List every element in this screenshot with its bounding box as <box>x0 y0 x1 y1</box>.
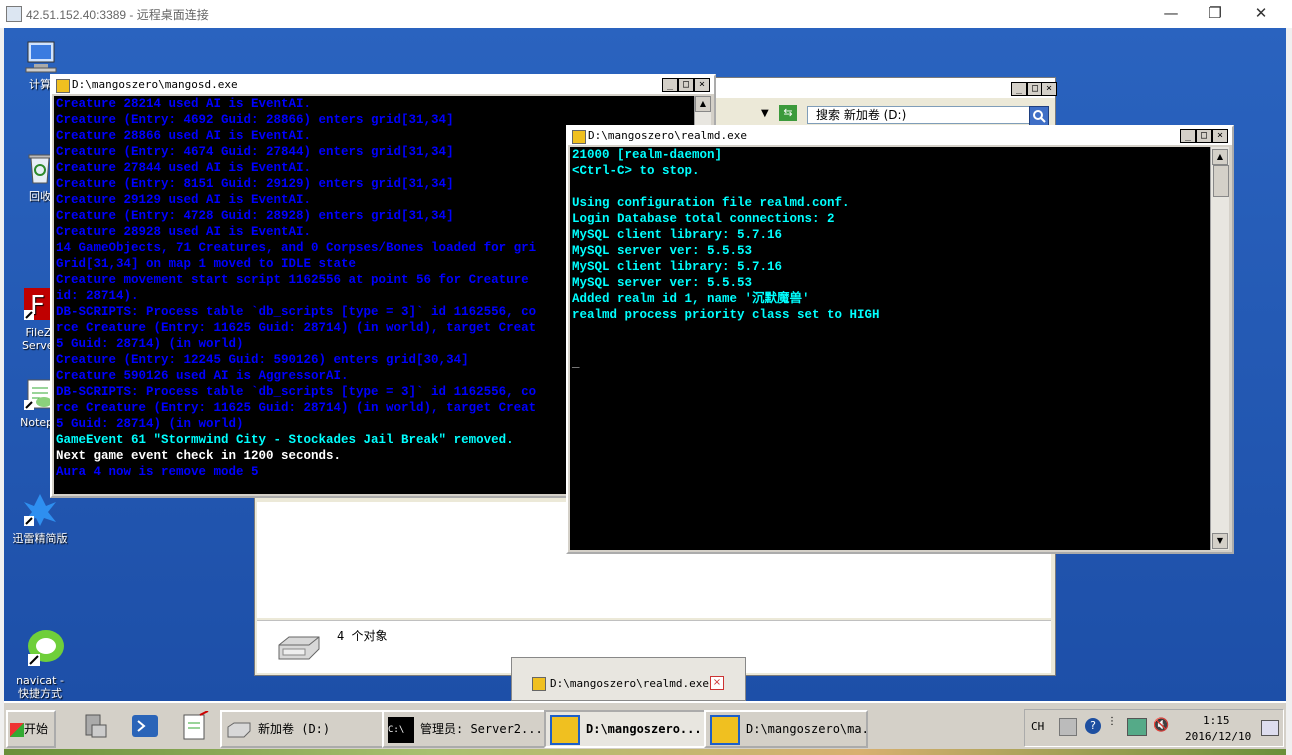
status-object-count: 4 个对象 <box>337 629 388 643</box>
keyboard-icon[interactable] <box>1059 718 1077 736</box>
taskbar-button-label: D:\mangoszero... <box>586 722 702 736</box>
realmd-scrollbar[interactable]: ▲ ▼ <box>1210 147 1229 550</box>
console-line: _ <box>572 356 580 370</box>
taskbar-button-label: 新加卷 (D:) <box>258 722 331 736</box>
start-label: 开始 <box>24 722 49 736</box>
hard-drive-icon <box>275 633 323 667</box>
console-line: MySQL server ver: 5.5.53 <box>572 276 753 290</box>
notepad-plus-icon[interactable] <box>180 710 210 741</box>
server-manager-icon[interactable] <box>80 711 110 741</box>
console-line: MySQL client library: 5.7.16 <box>572 260 783 274</box>
console-line: Added realm id 1, name '沉默魔兽' <box>572 292 810 306</box>
mangosd-title: D:\mangoszero\mangosd.exe <box>72 78 238 91</box>
close-icon[interactable]: × <box>710 676 724 690</box>
realmd-maximize-button[interactable]: □ <box>1196 129 1212 143</box>
console-line: MySQL client library: 5.7.16 <box>572 228 783 242</box>
help-icon[interactable]: ? <box>1085 718 1101 734</box>
rdp-app-icon <box>6 6 22 22</box>
explorer-nav-pane <box>257 502 418 618</box>
realmd-title: D:\mangoszero\realmd.exe <box>588 129 747 142</box>
desktop-icon-label: 计算 <box>29 78 51 91</box>
quick-launch <box>66 709 212 745</box>
dropdown-arrow-icon[interactable]: ▼ <box>761 108 769 119</box>
mangosd-title-bar[interactable]: D:\mangoszero\mangosd.exe _ □ × <box>52 76 714 94</box>
search-input[interactable]: 搜索 新加卷 (D:) <box>807 106 1035 124</box>
taskbar-preview[interactable]: D:\mangoszero\realmd.exe × <box>511 657 746 701</box>
clock-date[interactable]: 2016/12/10 <box>1185 730 1251 743</box>
realmd-console-window[interactable]: D:\mangoszero\realmd.exe _ □ × 21000 [re… <box>566 125 1234 554</box>
mangos-icon <box>550 714 580 745</box>
powershell-icon[interactable] <box>130 711 160 741</box>
start-button[interactable]: 开始 <box>6 710 56 748</box>
desktop-icon-label: 回收 <box>29 190 51 203</box>
rdp-right-border <box>1286 28 1292 755</box>
mangosd-maximize-button[interactable]: □ <box>678 78 694 92</box>
desktop-icon-navicat[interactable]: navicat - 快捷方式 <box>4 598 76 700</box>
close-button[interactable]: ✕ <box>1238 2 1284 24</box>
rdp-bottom-strip <box>4 749 1286 755</box>
go-icon[interactable]: ⇆ <box>779 105 797 121</box>
taskbar-button-realmd[interactable]: D:\mangoszero\ma... <box>704 710 868 748</box>
system-tray: CH ? ⋮ 🔇 1:15 2016/12/10 <box>1024 709 1284 747</box>
explorer-minimize-button[interactable]: _ <box>1011 82 1027 96</box>
network-icon[interactable] <box>1127 718 1147 736</box>
console-line: Using configuration file realmd.conf. <box>572 196 850 210</box>
console-line: <Ctrl-C> to stop. <box>572 164 700 178</box>
mangos-icon <box>56 79 70 93</box>
taskbar-button-mangosd[interactable]: D:\mangoszero... <box>544 710 706 748</box>
taskbar-button-drive[interactable]: 新加卷 (D:) <box>220 710 384 748</box>
taskbar-button-label: D:\mangoszero\ma... <box>746 722 866 736</box>
realmd-close-button[interactable]: × <box>1212 129 1228 143</box>
console-line: realmd process priority class set to HIG… <box>572 308 880 322</box>
rdp-title-bar: 42.51.152.40:3389 - 远程桌面连接 — ❐ ✕ <box>0 0 1292 29</box>
mangosd-close-button[interactable]: × <box>694 78 710 92</box>
mangos-icon <box>572 130 586 144</box>
realmd-minimize-button[interactable]: _ <box>1180 129 1196 143</box>
mangos-icon <box>532 677 546 691</box>
console-line: 21000 [realm-daemon] <box>572 148 723 162</box>
realmd-console-output: 21000 [realm-daemon] <Ctrl-C> to stop. Usi… <box>570 147 1210 550</box>
taskbar-button-label: 管理员: Server2... <box>420 722 543 736</box>
language-indicator[interactable]: CH <box>1031 720 1044 733</box>
restore-button[interactable]: ❐ <box>1192 2 1238 24</box>
taskbar-preview-title: D:\mangoszero\realmd.exe <box>550 677 709 690</box>
explorer-close-button[interactable]: × <box>1041 82 1057 96</box>
mangos-icon <box>710 714 740 745</box>
console-line: Creature 28214 used AI is EventAI. <box>56 97 312 111</box>
console-line: MySQL server ver: 5.5.53 <box>572 244 753 258</box>
realmd-title-bar[interactable]: D:\mangoszero\realmd.exe _ □ × <box>568 127 1232 145</box>
desktop-icon-label: 迅雷精简版 <box>12 532 68 545</box>
taskbar-button-cmd[interactable]: C:\ 管理员: Server2... <box>382 710 546 748</box>
show-desktop-icon[interactable] <box>1261 720 1279 736</box>
minimize-button[interactable]: — <box>1148 2 1194 24</box>
drive-icon <box>226 717 252 743</box>
windows-logo-icon <box>10 722 24 737</box>
search-icon[interactable] <box>1029 106 1049 126</box>
desktop-icon-label: navicat - 快捷方式 <box>16 674 64 700</box>
mangosd-minimize-button[interactable]: _ <box>662 78 678 92</box>
console-line: Login Database total connections: 2 <box>572 212 835 226</box>
volume-icon[interactable]: 🔇 <box>1153 718 1169 733</box>
taskbar: 开始 新加卷 (D:) C:\ 管理员: Server2... D:\mangos… <box>4 701 1286 751</box>
scroll-up-icon[interactable]: ▲ <box>1212 149 1228 165</box>
clock-time[interactable]: 1:15 <box>1203 714 1230 727</box>
desktop-icon-thunder[interactable]: 迅雷精简版 <box>4 492 76 545</box>
options-icon[interactable]: ⋮ <box>1107 716 1117 727</box>
cmd-icon: C:\ <box>388 716 414 743</box>
computer-icon <box>22 38 58 74</box>
navicat-icon <box>22 611 64 666</box>
scroll-down-icon[interactable]: ▼ <box>1212 533 1228 549</box>
scroll-thumb[interactable] <box>1213 165 1229 197</box>
rdp-title: 42.51.152.40:3389 - 远程桌面连接 <box>26 8 209 22</box>
scroll-up-icon[interactable]: ▲ <box>695 96 711 112</box>
